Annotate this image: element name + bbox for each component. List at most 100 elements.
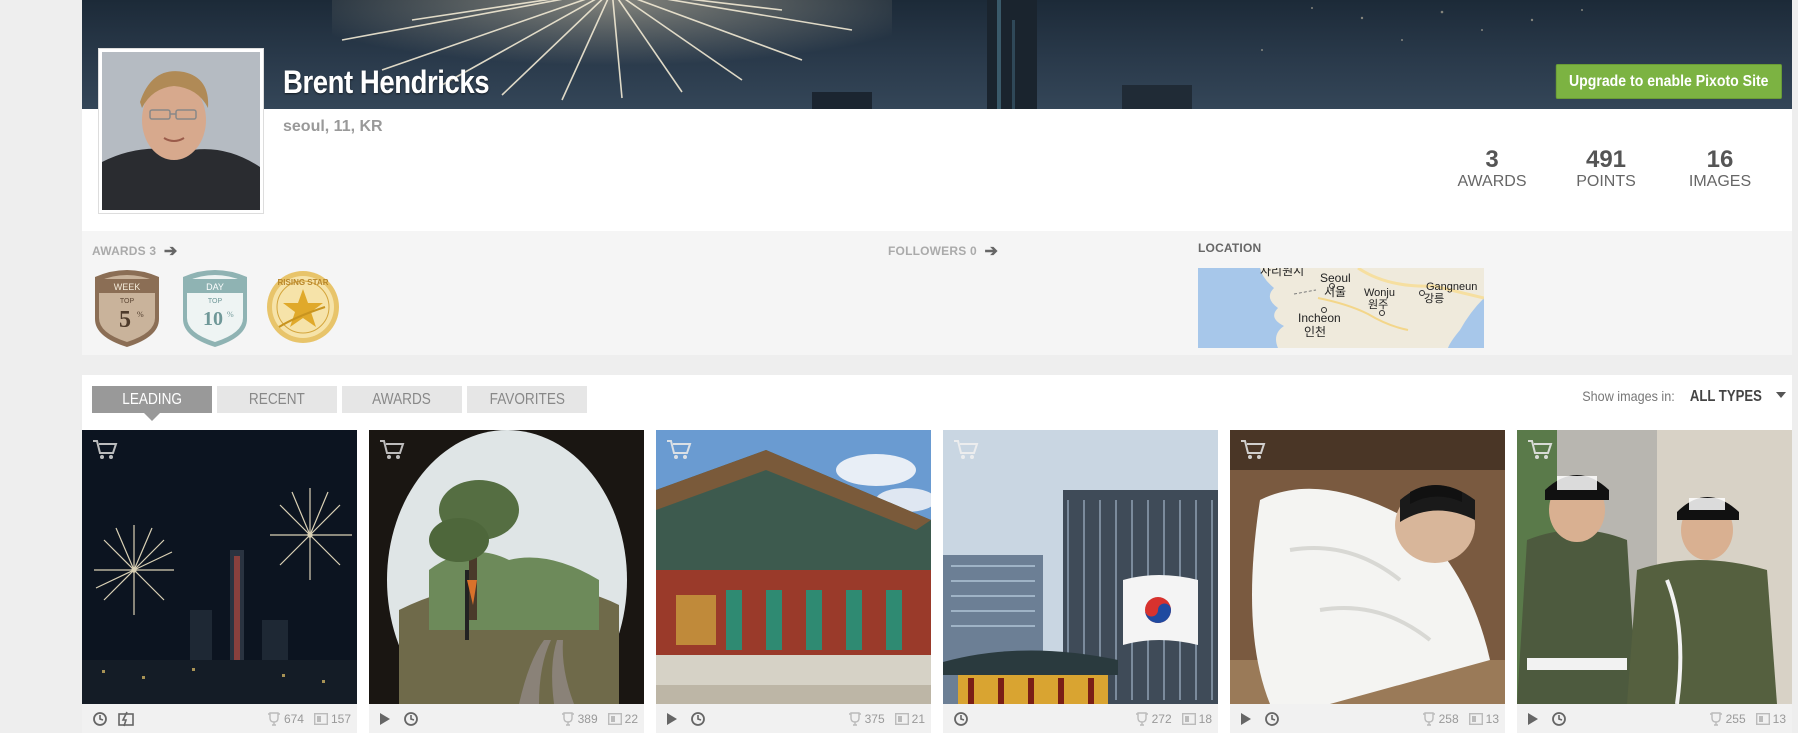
image-card: 258 13	[1230, 430, 1505, 733]
map-label-gangneung: Gangneun	[1426, 281, 1477, 293]
image-card: 255 13	[1517, 430, 1792, 733]
cart-icon[interactable]	[1240, 438, 1266, 460]
history-icon[interactable]	[953, 711, 969, 727]
badge-mid: TOP	[208, 298, 223, 305]
map-label-seoul-ko: 서울	[1324, 285, 1346, 299]
trophy-icon	[1709, 712, 1722, 726]
week-top-badge-icon[interactable]: WEEK TOP 5 %	[89, 267, 165, 347]
cart-icon[interactable]	[379, 438, 405, 460]
trophy-icon	[267, 712, 280, 726]
map-label-top: 사리원시	[1260, 268, 1304, 278]
stat-label: AWARDS	[1457, 173, 1527, 190]
stat-awards[interactable]: 3 AWARDS	[1456, 147, 1528, 191]
location-map[interactable]: 사리원시 Seoul 서울 Incheon 인천 Wonju 원주 Gangne…	[1198, 268, 1484, 348]
history-icon[interactable]	[403, 711, 419, 727]
thumbnail-soldiers-graphic	[1517, 430, 1792, 704]
trophy-icon	[848, 712, 861, 726]
profile-location: seoul, 11, KR	[283, 118, 383, 135]
stat-label: IMAGES	[1688, 173, 1752, 190]
image-thumbnail[interactable]	[943, 430, 1218, 704]
map-label-gangneung-ko: 강릉	[1424, 292, 1444, 305]
view-count: 18	[1198, 712, 1212, 726]
tab-leading[interactable]: LEADING	[92, 386, 212, 421]
thumbnail-tunnel-graphic	[369, 430, 644, 704]
views-icon	[607, 713, 622, 725]
stat-value: 16	[1706, 146, 1734, 173]
cart-icon[interactable]	[92, 438, 118, 460]
history-icon[interactable]	[1264, 711, 1280, 727]
badge-top: DAY	[206, 282, 224, 292]
image-thumbnail[interactable]	[369, 430, 644, 704]
image-meta: 255 13	[1517, 704, 1792, 733]
tab-label: LEADING	[122, 391, 182, 408]
cart-icon[interactable]	[953, 438, 979, 460]
views-icon	[313, 713, 328, 725]
history-icon[interactable]	[92, 711, 108, 727]
tab-favorites[interactable]: FAVORITES	[467, 386, 587, 413]
map-label-incheon-ko: 인천	[1304, 324, 1326, 339]
avatar-image	[102, 52, 260, 210]
play-icon[interactable]	[664, 711, 680, 727]
stat-value: 491	[1585, 146, 1627, 173]
followers-link[interactable]: FOLLOWERS 0 ➔	[888, 241, 998, 261]
gallery-tabs: LEADING RECENT AWARDS FAVORITES	[92, 386, 592, 421]
cart-icon[interactable]	[666, 438, 692, 460]
profile-name: Brent Hendricks	[283, 64, 490, 100]
location-label: LOCATION	[1198, 241, 1262, 255]
history-icon[interactable]	[1551, 711, 1567, 727]
profile-info: AWARDS 3 ➔ WEEK TOP 5 % DAY TOP 10 % RIS…	[82, 231, 1792, 355]
play-icon[interactable]	[377, 711, 393, 727]
tab-label: FAVORITES	[489, 391, 565, 408]
day-top-badge-icon[interactable]: DAY TOP 10 %	[177, 267, 253, 347]
tab-awards[interactable]: AWARDS	[342, 386, 462, 413]
profile-header: seoul, 11, KR 3 AWARDS 491 POINTS 16 IMA…	[82, 109, 1792, 231]
trophy-icon	[1422, 712, 1435, 726]
trophy-icon	[1135, 712, 1148, 726]
thumbnail-temple-graphic	[656, 430, 931, 704]
history-icon[interactable]	[690, 711, 706, 727]
image-meta: 375 21	[656, 704, 931, 733]
map-label-wonju-ko: 원주	[1368, 298, 1388, 311]
vote-count: 375	[864, 712, 885, 726]
tab-label: RECENT	[249, 391, 305, 408]
upgrade-button[interactable]: Upgrade to enable Pixoto Site	[1556, 64, 1782, 99]
stat-label: POINTS	[1576, 173, 1636, 190]
tab-label: AWARDS	[372, 391, 432, 408]
tab-recent[interactable]: RECENT	[217, 386, 337, 413]
arrow-right-icon: ➔	[163, 243, 178, 260]
stat-points[interactable]: 491 POINTS	[1570, 147, 1642, 191]
rising-star-badge-icon[interactable]: RISING STAR	[265, 267, 341, 347]
image-meta: 674 157	[82, 704, 357, 733]
view-count: 157	[330, 712, 351, 726]
image-thumbnail[interactable]	[1517, 430, 1792, 704]
vote-count: 674	[283, 712, 304, 726]
image-type-filter[interactable]: Show images in: ALL TYPES	[1572, 388, 1786, 406]
image-thumbnail[interactable]	[656, 430, 931, 704]
avatar[interactable]	[98, 48, 264, 214]
thumbnail-flag-palace-graphic	[943, 430, 1218, 704]
views-icon	[1755, 713, 1770, 725]
map-label-wonju: Wonju	[1364, 287, 1395, 299]
image-card: 375 21	[656, 430, 931, 733]
badge-top: RISING STAR	[278, 278, 329, 287]
image-grid: 674 157 389 22 375 21 272 18 258 13 255 …	[82, 430, 1792, 733]
image-thumbnail[interactable]	[82, 430, 357, 704]
stat-images[interactable]: 16 IMAGES	[1684, 147, 1756, 191]
cover-photo: Brent Hendricks Upgrade to enable Pixoto…	[82, 0, 1792, 109]
exif-icon[interactable]	[118, 711, 134, 727]
vote-count: 258	[1438, 712, 1459, 726]
chevron-down-icon	[1776, 392, 1786, 398]
followers-count: 0	[970, 244, 977, 258]
cart-icon[interactable]	[1527, 438, 1553, 460]
views-icon	[1468, 713, 1483, 725]
badge-mid: TOP	[120, 298, 135, 305]
awards-link[interactable]: AWARDS 3 ➔	[92, 241, 177, 261]
views-icon	[894, 713, 909, 725]
image-meta: 258 13	[1230, 704, 1505, 733]
badge-value: 5	[119, 307, 131, 333]
view-count: 13	[1485, 712, 1499, 726]
play-icon[interactable]	[1525, 711, 1541, 727]
filter-value: ALL TYPES	[1690, 388, 1763, 405]
image-thumbnail[interactable]	[1230, 430, 1505, 704]
play-icon[interactable]	[1238, 711, 1254, 727]
